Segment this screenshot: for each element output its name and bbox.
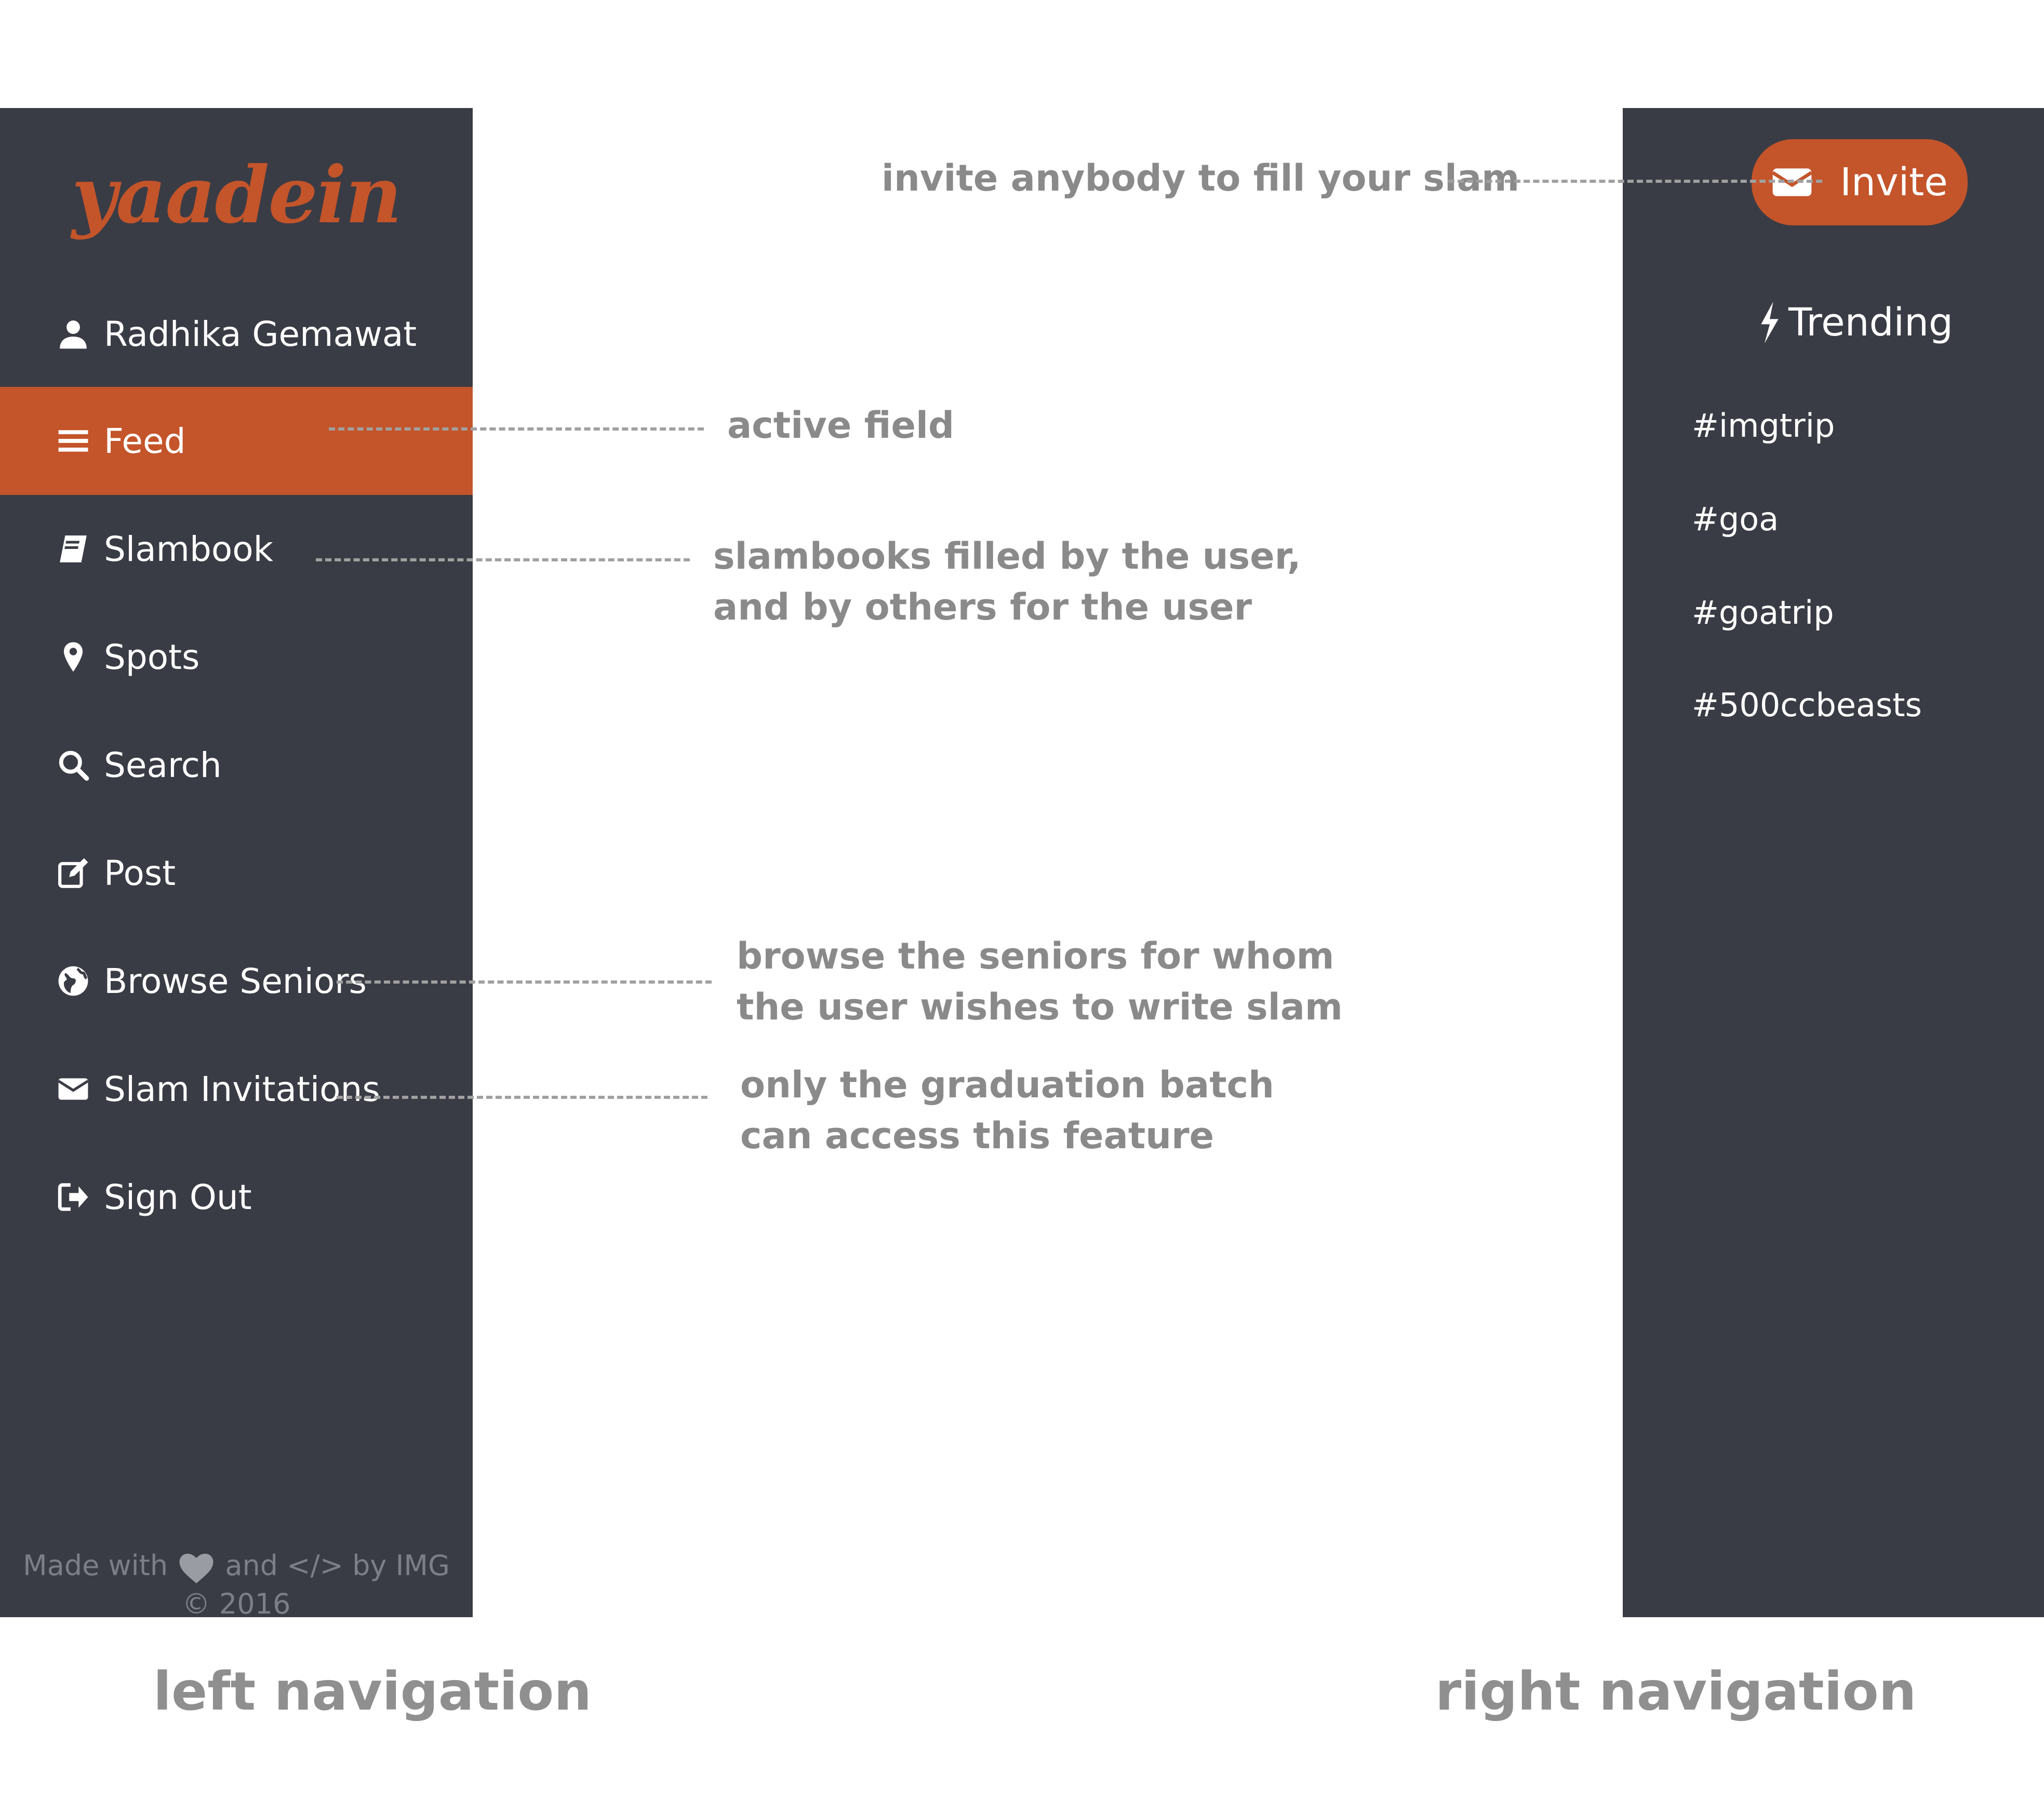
envelope-icon: [57, 1073, 89, 1105]
hashtag-link[interactable]: #500ccbeasts: [1692, 686, 1922, 724]
annotation-active-field: active field: [727, 400, 954, 451]
map-marker-icon: [57, 641, 89, 673]
nav-item-feed[interactable]: Feed: [0, 387, 473, 495]
right-navigation-caption: right navigation: [1435, 1661, 1917, 1723]
footer-credit: Made with and </> by IMG © 2016: [0, 1547, 473, 1623]
right-navigation-sidebar: Invite Trending #imgtrip #goa #goatrip #…: [1623, 108, 2044, 1617]
nav-item-label: Search: [104, 745, 222, 785]
annotation-browse-seniors: browse the seniors for whom the user wis…: [737, 931, 1343, 1032]
annotation-text: can access this feature: [740, 1114, 1214, 1157]
heart-icon: [179, 1554, 213, 1584]
nav-item-spots[interactable]: Spots: [0, 603, 473, 711]
trending-label: Trending: [1788, 300, 1953, 345]
footer-made-with-line: Made with and </> by IMG: [0, 1547, 473, 1585]
nav-item-sign-out[interactable]: Sign Out: [0, 1143, 473, 1251]
annotation-text: only the graduation batch: [740, 1064, 1274, 1106]
search-icon: [57, 749, 89, 781]
trending-header: Trending: [1758, 300, 1953, 345]
nav-item-search[interactable]: Search: [0, 711, 473, 819]
annotation-connector-active: [329, 427, 704, 431]
annotation-text: active field: [727, 404, 955, 447]
nav-item-label: Radhika Gemawat: [104, 314, 417, 354]
footer-copyright: © 2016: [182, 1588, 291, 1621]
annotation-text: invite anybody to fill your slam: [881, 157, 1520, 199]
nav-item-label: Post: [104, 853, 176, 893]
annotation-slambook: slambooks filled by the user, and by oth…: [713, 531, 1301, 633]
nav-item-profile[interactable]: Radhika Gemawat: [0, 280, 473, 388]
annotation-text: slambooks filled by the user,: [713, 535, 1301, 577]
left-navigation-caption: left navigation: [153, 1661, 592, 1723]
annotation-connector-invitations: [337, 1096, 707, 1099]
edit-icon: [57, 857, 89, 889]
nav-item-label: Sign Out: [104, 1177, 252, 1217]
annotation-text: and by others for the user: [713, 586, 1252, 628]
hashtag-link[interactable]: #goatrip: [1692, 594, 1834, 631]
user-icon: [57, 318, 89, 350]
nav-item-label: Browse Seniors: [104, 961, 367, 1001]
annotation-text: the user wishes to write slam: [737, 986, 1343, 1028]
annotation-slam-invitations: only the graduation batch can access thi…: [740, 1059, 1274, 1161]
left-navigation-sidebar: yaadein Radhika Gemawat Feed Slambook Sp…: [0, 108, 473, 1620]
footer-by-text: by IMG: [352, 1549, 450, 1582]
nav-item-label: Spots: [104, 637, 200, 677]
nav-item-label: Slambook: [104, 529, 273, 569]
nav-item-label: Feed: [104, 421, 186, 461]
footer-made-with-text: Made with: [23, 1549, 168, 1582]
hashtag-link[interactable]: #goa: [1692, 500, 1779, 538]
annotation-connector-invite: [1448, 180, 1822, 183]
nav-item-slambook[interactable]: Slambook: [0, 495, 473, 603]
nav-item-slam-invitations[interactable]: Slam Invitations: [0, 1035, 473, 1143]
bolt-icon: [1761, 302, 1779, 343]
annotation-connector-slambook: [316, 558, 690, 561]
app-logo[interactable]: yaadein: [0, 150, 473, 241]
annotation-text: browse the seniors for whom: [737, 935, 1334, 977]
invite-button-label: Invite: [1840, 160, 1948, 205]
code-icon: </>: [287, 1549, 343, 1582]
nav-item-post[interactable]: Post: [0, 819, 473, 927]
sign-out-icon: [57, 1181, 89, 1213]
book-icon: [57, 533, 89, 565]
nav-item-label: Slam Invitations: [104, 1069, 380, 1109]
annotation-connector-browse: [337, 980, 712, 984]
menu-icon: [57, 425, 89, 457]
footer-and-text: and: [225, 1549, 278, 1582]
globe-icon: [57, 965, 89, 997]
hashtag-link[interactable]: #imgtrip: [1692, 407, 1835, 445]
annotation-invite: invite anybody to fill your slam: [881, 153, 1519, 204]
